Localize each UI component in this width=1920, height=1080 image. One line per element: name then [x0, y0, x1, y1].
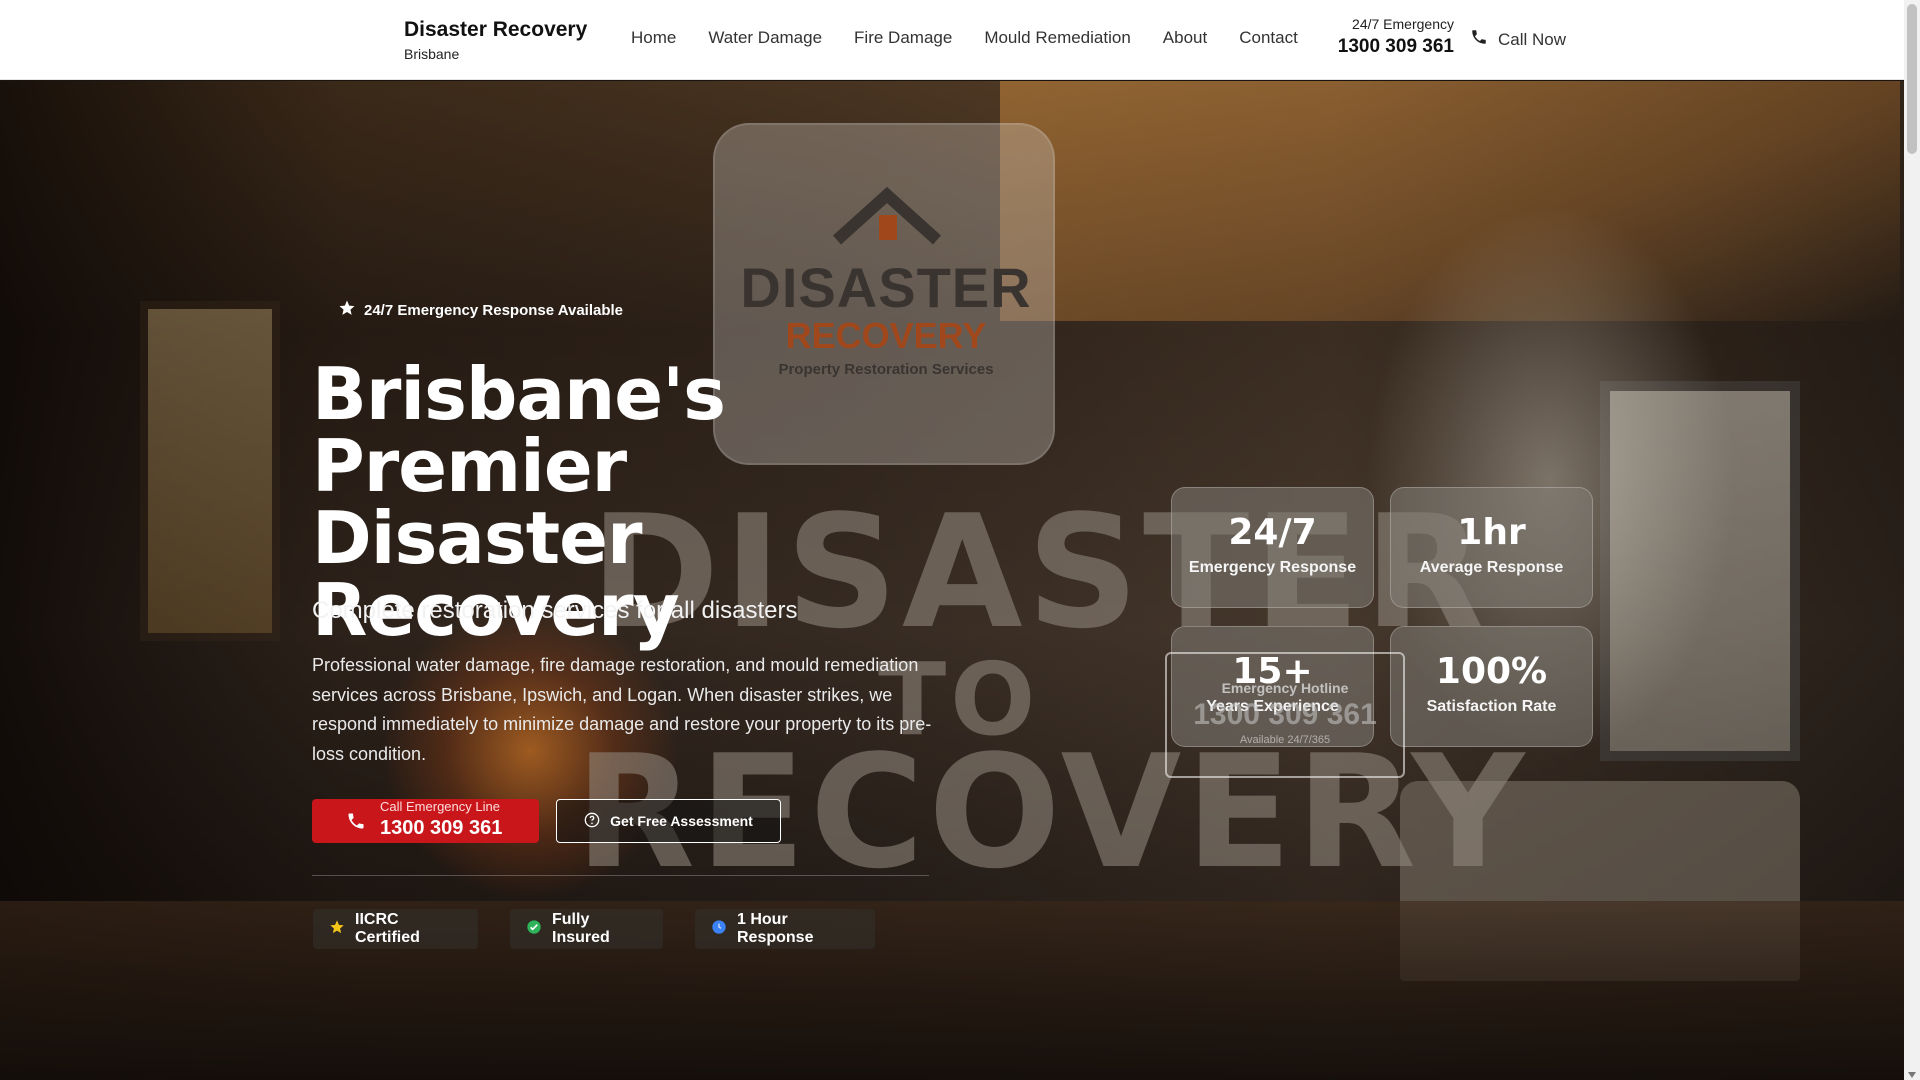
trust-label: 1 Hour Response	[737, 911, 814, 946]
stat-value: 24/7	[1228, 512, 1317, 553]
hero-subheadline: Complete restoration services for all di…	[312, 597, 798, 624]
call-now-label: Call Now	[1498, 29, 1567, 49]
hotline-number: 1300 309 361	[1193, 698, 1377, 731]
logo-title: DISASTER	[740, 256, 1032, 319]
stat-card-satisfaction: 100% Satisfaction Rate	[1390, 626, 1593, 747]
clock-icon	[711, 919, 727, 940]
trust-badge-insured: Fully Insured	[510, 909, 663, 949]
phone-icon	[1470, 28, 1488, 51]
hero-bg-window-left	[140, 301, 280, 641]
hero-divider	[312, 875, 929, 876]
brand-location: Brisbane	[404, 46, 460, 62]
brand-name: Disaster Recovery	[404, 18, 588, 41]
trust-badge-iicrc: IICRC Certified	[313, 909, 478, 949]
nav-water-damage[interactable]: Water Damage	[708, 28, 822, 48]
house-roof-icon	[832, 186, 942, 245]
stat-card-emergency: 24/7 Emergency Response	[1171, 487, 1374, 608]
page-scrollbar[interactable]	[1904, 0, 1920, 1080]
star-icon	[329, 919, 345, 940]
main-nav: Home Water Damage Fire Damage Mould Reme…	[631, 28, 1298, 48]
trust-label: Fully Insured	[552, 911, 610, 946]
emergency-number: 1300 309 361	[1337, 36, 1454, 57]
header-emergency[interactable]: 24/7 Emergency 1300 309 361	[1336, 16, 1454, 58]
star-icon	[338, 299, 356, 321]
nav-contact[interactable]: Contact	[1239, 28, 1298, 48]
call-now-button[interactable]: Call Now	[1470, 28, 1566, 51]
hotline-availability: Available 24/7/365	[1239, 734, 1331, 746]
hotline-label: Emergency Hotline	[1221, 680, 1349, 696]
nav-home[interactable]: Home	[631, 28, 676, 48]
brand-logo[interactable]: Disaster Recovery Brisbane	[404, 18, 587, 62]
scroll-down-arrow-icon[interactable]	[1908, 1072, 1916, 1078]
stat-card-average-response: 1hr Average Response	[1390, 487, 1593, 608]
scrollbar-thumb[interactable]	[1907, 4, 1917, 154]
call-button-label: Call Emergency Line	[380, 799, 500, 814]
site-header: Disaster Recovery Brisbane Home Water Da…	[0, 0, 1904, 80]
nav-fire-damage[interactable]: Fire Damage	[854, 28, 952, 48]
call-emergency-button[interactable]: Call Emergency Line 1300 309 361	[312, 799, 539, 843]
trust-badge-response: 1 Hour Response	[695, 909, 875, 949]
hero-bg-floor	[0, 901, 1904, 1080]
logo-subtitle: RECOVERY	[785, 315, 987, 356]
emergency-label: 24/7 Emergency	[1352, 16, 1454, 32]
assessment-label: Get Free Assessment	[610, 813, 753, 829]
hero-section: DISASTER RECOVERY Property Restoration S…	[0, 81, 1904, 1080]
badge-text: 24/7 Emergency Response Available	[364, 301, 624, 319]
nav-about[interactable]: About	[1163, 28, 1207, 48]
stat-label: Satisfaction Rate	[1426, 698, 1557, 715]
emergency-availability-badge: 24/7 Emergency Response Available	[338, 299, 623, 321]
call-button-number: 1300 309 361	[380, 817, 503, 839]
trust-label: IICRC Certified	[355, 911, 420, 946]
help-circle-icon	[584, 812, 600, 831]
emergency-hotline-card[interactable]: Emergency Hotline 1300 309 361 Available…	[1165, 652, 1405, 778]
hero-description: Professional water damage, fire damage r…	[312, 655, 932, 764]
stat-label: Emergency Response	[1188, 559, 1357, 576]
free-assessment-button[interactable]: Get Free Assessment	[556, 799, 781, 843]
check-circle-icon	[526, 919, 542, 940]
stat-value: 1hr	[1457, 512, 1526, 553]
stat-value: 100%	[1435, 651, 1548, 692]
nav-mould-remediation[interactable]: Mould Remediation	[984, 28, 1130, 48]
stat-label: Average Response	[1419, 559, 1564, 576]
